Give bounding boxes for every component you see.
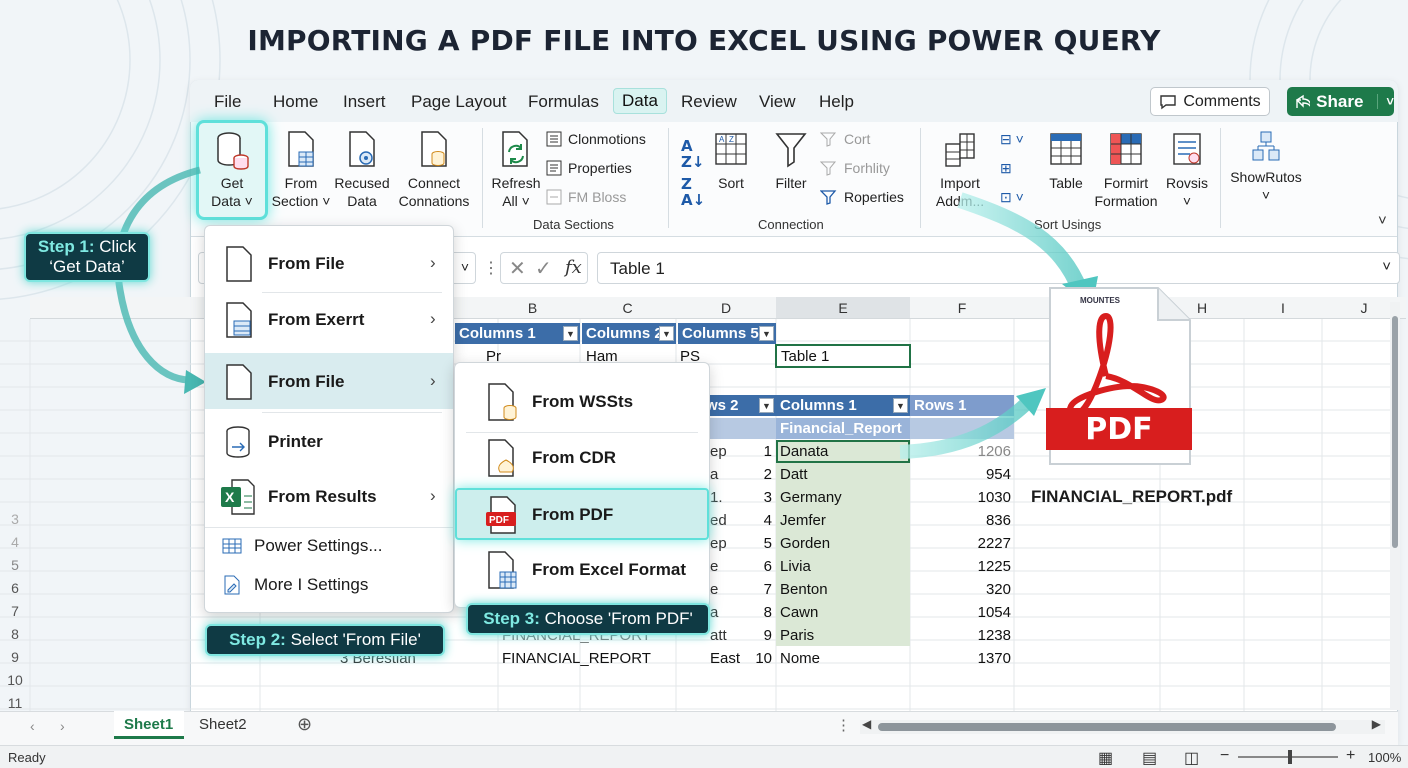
sheet-next-icon[interactable]: › — [60, 718, 65, 734]
menu-item-label: From Results — [268, 487, 377, 506]
file-icon — [226, 246, 252, 282]
file-table-icon — [226, 302, 252, 338]
page-break-icon[interactable]: ◫ — [1184, 748, 1199, 768]
step2-bold: Step 2: — [229, 630, 286, 649]
menu-item-label: From WSSts — [532, 392, 634, 411]
pdf-badge: PDF — [1085, 412, 1153, 447]
chevron-right-icon: › — [430, 253, 436, 272]
excel-icon: X — [221, 479, 255, 515]
add-sheet-icon[interactable]: ⊕ — [297, 714, 312, 735]
svg-text:X: X — [225, 489, 235, 505]
horizontal-scrollbar[interactable]: ◀ ▶ — [860, 717, 1385, 734]
menu-divider — [262, 292, 442, 293]
sheet-tab-sheet1[interactable]: Sheet1 — [124, 716, 173, 733]
file-grid-icon — [488, 551, 517, 589]
step1-callout: Step 1: Click ‘Get Data’ — [24, 232, 150, 282]
menu-item-from-cdr[interactable]: From CDR — [486, 438, 616, 478]
menu-item-from-wssts[interactable]: From WSSts — [486, 382, 633, 422]
chevron-right-icon: › — [430, 486, 436, 505]
file-db-icon — [488, 383, 517, 421]
step2-callout: Step 2: Select 'From File' — [205, 624, 445, 656]
pdf-logo-text: MOUNTES — [1080, 296, 1120, 305]
menu-item-label: From Exerrt — [268, 310, 365, 329]
zoom-in-icon[interactable]: + — [1346, 747, 1355, 765]
step1-bold: Step 1: — [37, 237, 95, 256]
file-icon — [226, 364, 252, 400]
menu-item-from-pdf[interactable]: PDF From PDF — [486, 495, 613, 535]
menu-item-power-settings[interactable]: Power Settings... — [222, 536, 383, 556]
scroll-right-icon[interactable]: ▶ — [1372, 717, 1381, 731]
menu-item-from-results[interactable]: X From Results — [220, 477, 444, 517]
menu-divider — [466, 432, 698, 433]
menu-item-from-exerrt[interactable]: From Exerrt — [224, 300, 444, 340]
menu-item-printer[interactable]: Printer — [224, 422, 444, 462]
chevron-right-icon: › — [430, 371, 436, 390]
menu-divider — [262, 412, 442, 413]
normal-view-icon[interactable]: ▦ — [1098, 748, 1113, 768]
sheet-tab-sheet2[interactable]: Sheet2 — [199, 716, 247, 733]
zoom-out-icon[interactable]: − — [1220, 747, 1229, 765]
chevron-right-icon: › — [430, 309, 436, 328]
page-layout-icon[interactable]: ▤ — [1142, 748, 1157, 768]
table-settings-icon — [222, 538, 242, 554]
zoom-level: 100% — [1368, 750, 1402, 765]
step3-text: Choose 'From PDF' — [544, 609, 693, 628]
sheet-prev-icon[interactable]: ‹ — [30, 718, 35, 734]
file-cdr-icon — [488, 439, 514, 477]
pdf-file-icon: MOUNTES PDF — [1046, 286, 1192, 466]
horizontal-scroll-thumb[interactable] — [878, 723, 1336, 731]
database-icon — [226, 426, 250, 458]
menu-item-more-settings[interactable]: More I Settings — [222, 575, 368, 595]
file-edit-icon — [224, 575, 240, 595]
menu-item-label: Printer — [268, 432, 323, 451]
menu-item-label: From CDR — [532, 448, 617, 467]
tab-options-icon[interactable]: ⋮ — [836, 716, 851, 734]
menu-item-from-excel-format[interactable]: From Excel Format — [486, 550, 686, 590]
menu-item-from-file-2[interactable]: From File — [224, 362, 444, 402]
menu-item-label: From Excel Format — [532, 560, 686, 579]
pdf-filename: FINANCIAL_REPORT.pdf — [1031, 487, 1233, 506]
step2-text: Select 'From File' — [290, 630, 421, 649]
menu-item-label: From PDF — [532, 505, 614, 524]
status-bar: Ready ▦ ▤ ◫ − + 100% — [0, 745, 1408, 768]
menu-item-from-file[interactable]: From File — [224, 244, 444, 284]
menu-divider — [205, 527, 453, 528]
step3-bold: Step 3: — [483, 609, 540, 628]
zoom-slider[interactable] — [1238, 750, 1338, 764]
svg-text:PDF: PDF — [489, 515, 509, 526]
status-ready: Ready — [8, 750, 46, 765]
menu-item-label: From File — [268, 254, 345, 273]
menu-item-label: Power Settings... — [254, 536, 383, 555]
scroll-left-icon[interactable]: ◀ — [862, 717, 871, 731]
menu-item-label: More I Settings — [254, 575, 369, 594]
menu-item-label: From File — [268, 372, 345, 391]
pdf-icon: PDF — [486, 496, 516, 534]
step3-callout: Step 3: Choose 'From PDF' — [466, 603, 710, 635]
zoom-slider-thumb[interactable] — [1288, 750, 1292, 764]
